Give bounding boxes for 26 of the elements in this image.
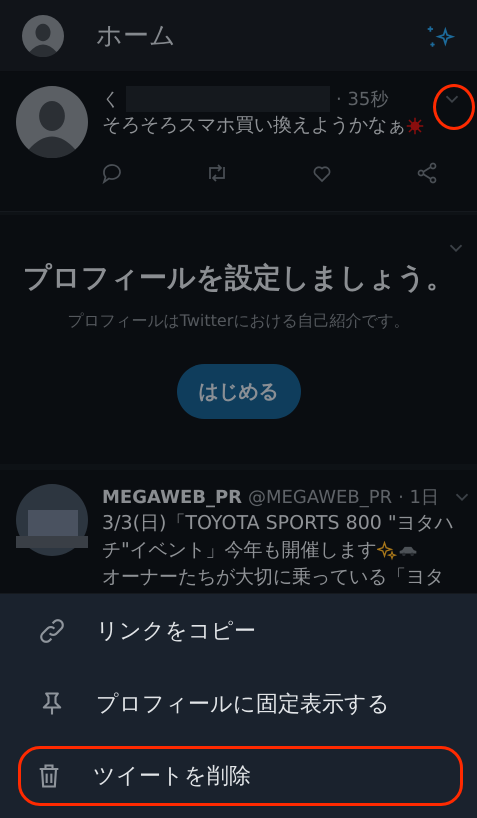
display-name: く (102, 88, 120, 111)
tweet-text: チ"イベント」今年も開催します (102, 538, 377, 563)
tweet-time: · 1日 (398, 486, 439, 509)
reply-button[interactable] (100, 161, 124, 185)
start-button[interactable]: はじめる (176, 364, 300, 419)
share-icon (415, 161, 439, 185)
photo-placeholder (16, 484, 88, 556)
sparkles-icon (376, 540, 397, 560)
avatar-icon (16, 86, 88, 158)
menu-item[interactable]: プロフィールに固定表示する (18, 667, 463, 740)
page-title: ホーム (96, 20, 177, 53)
tweet-text: 3/3(日)「TOYOTA SPORTS 800 "ヨタハ (102, 511, 454, 536)
menu-item[interactable]: ツイートを削除 (18, 746, 463, 806)
menu-item[interactable]: リンクをコピー (18, 594, 463, 667)
sun-icon (406, 116, 424, 134)
avatar-icon (22, 14, 64, 56)
reply-icon (100, 161, 124, 185)
display-name: MEGAWEB_PR (102, 486, 242, 508)
link-icon (38, 616, 66, 644)
prompt-title: プロフィールを設定しましょう。 (23, 260, 454, 296)
tweet-text: そろそろスマホ買い換えようかなぁ (102, 113, 406, 138)
user-handle: @MEGAWEB_PR (248, 486, 392, 508)
tweet-time: · 35秒 (336, 88, 388, 111)
share-button[interactable] (415, 161, 439, 185)
tweet-text: オーナーたちが大切に乗っている「ヨタ (102, 565, 444, 590)
prompt-subtitle: プロフィールはTwitterにおける自己紹介です。 (68, 311, 410, 332)
